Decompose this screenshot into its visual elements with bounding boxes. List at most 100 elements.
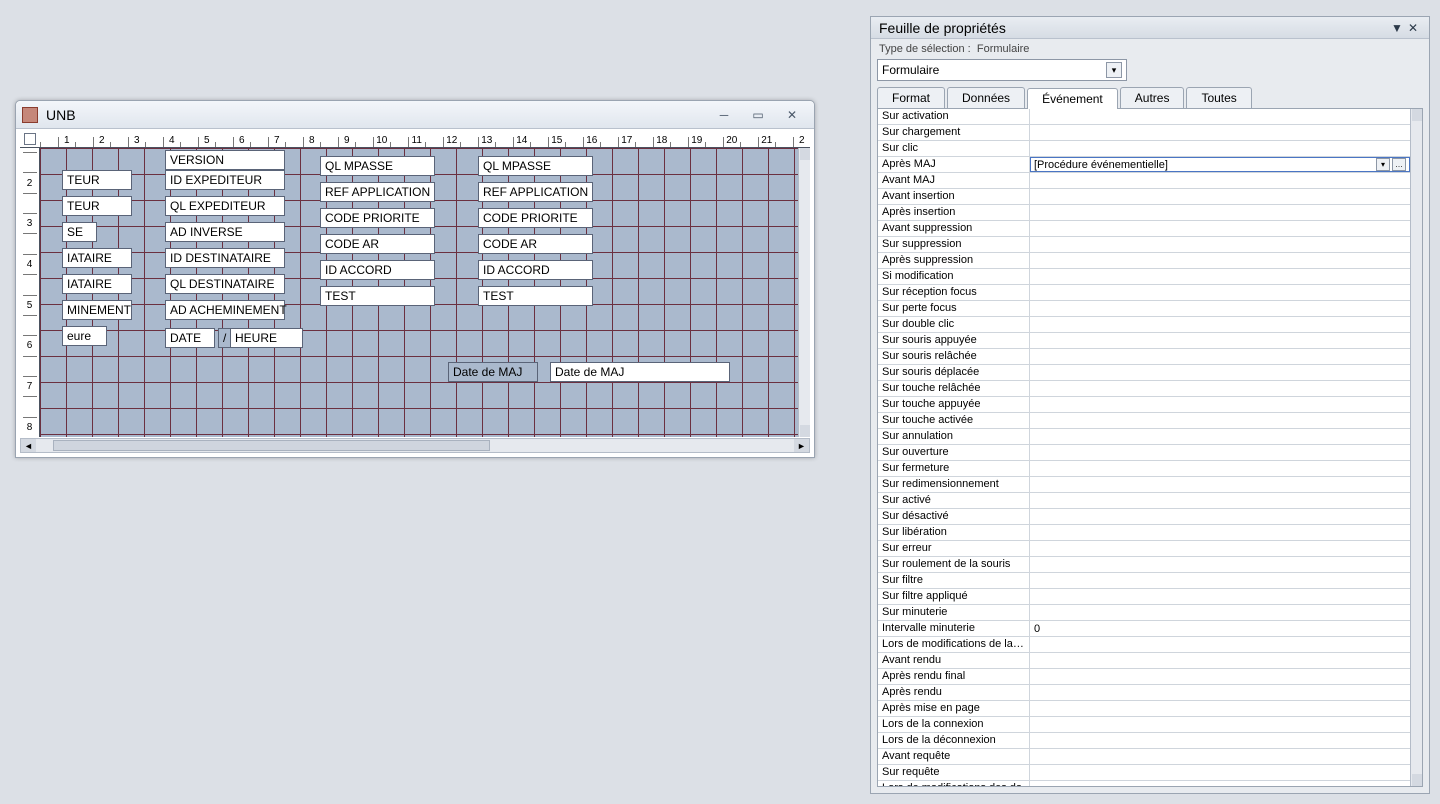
property-row[interactable]: Sur clic: [878, 141, 1410, 157]
form-textbox[interactable]: ID EXPEDITEUR: [165, 170, 285, 190]
property-row[interactable]: Avant requête: [878, 749, 1410, 765]
form-textbox[interactable]: eure: [62, 326, 107, 346]
propsheet-scrollbar[interactable]: [1410, 109, 1422, 786]
builder-icon[interactable]: …: [1392, 158, 1406, 171]
property-row[interactable]: Sur filtre: [878, 573, 1410, 589]
horizontal-ruler[interactable]: 1234567891011121314151617181920212: [20, 131, 810, 148]
property-row[interactable]: Sur souris déplacée: [878, 365, 1410, 381]
vertical-ruler[interactable]: 2345678: [20, 148, 40, 437]
form-textbox[interactable]: ID ACCORD: [478, 260, 593, 280]
form-textbox[interactable]: MINEMENT: [62, 300, 132, 320]
property-row[interactable]: Sur activation: [878, 109, 1410, 125]
form-textbox[interactable]: AD ACHEMINEMENT: [165, 300, 285, 320]
minimize-icon[interactable]: ─: [714, 109, 734, 121]
form-textbox[interactable]: Date de MAJ: [550, 362, 730, 382]
form-textbox[interactable]: DATE: [165, 328, 215, 348]
property-row[interactable]: Avant MAJ: [878, 173, 1410, 189]
scroll-right-icon[interactable]: ►: [794, 439, 809, 452]
form-textbox[interactable]: QL MPASSE: [478, 156, 593, 176]
property-row[interactable]: Lors de modifications des do: [878, 781, 1410, 786]
ruler-origin[interactable]: [24, 133, 36, 145]
property-row[interactable]: Après rendu: [878, 685, 1410, 701]
property-row[interactable]: Après MAJ[Procédure événementielle]▾…: [878, 157, 1410, 173]
form-textbox[interactable]: QL DESTINATAIRE: [165, 274, 285, 294]
form-textbox[interactable]: ID DESTINATAIRE: [165, 248, 285, 268]
scroll-left-icon[interactable]: ◄: [21, 439, 36, 452]
form-textbox[interactable]: CODE AR: [478, 234, 593, 254]
property-row[interactable]: Sur ouverture: [878, 445, 1410, 461]
property-row[interactable]: Lors de la déconnexion: [878, 733, 1410, 749]
property-row[interactable]: Lors de la connexion: [878, 717, 1410, 733]
form-horizontal-scrollbar[interactable]: ◄ ►: [20, 438, 810, 453]
property-row[interactable]: Sur libération: [878, 525, 1410, 541]
form-textbox[interactable]: CODE PRIORITE: [320, 208, 435, 228]
property-row[interactable]: Sur minuterie: [878, 605, 1410, 621]
hscroll-thumb[interactable]: [53, 440, 490, 451]
property-row[interactable]: Sur souris appuyée: [878, 333, 1410, 349]
property-row[interactable]: Sur souris relâchée: [878, 349, 1410, 365]
form-textbox[interactable]: IATAIRE: [62, 248, 132, 268]
form-textbox[interactable]: HEURE: [230, 328, 303, 348]
property-row[interactable]: Sur erreur: [878, 541, 1410, 557]
form-textbox[interactable]: CODE PRIORITE: [478, 208, 593, 228]
property-row[interactable]: Sur perte focus: [878, 301, 1410, 317]
property-row[interactable]: Sur suppression: [878, 237, 1410, 253]
property-row[interactable]: Avant rendu: [878, 653, 1410, 669]
property-row[interactable]: Sur activé: [878, 493, 1410, 509]
tab-événement[interactable]: Événement: [1027, 88, 1118, 109]
property-row[interactable]: Sur filtre appliqué: [878, 589, 1410, 605]
tab-autres[interactable]: Autres: [1120, 87, 1185, 108]
property-row[interactable]: Avant suppression: [878, 221, 1410, 237]
property-row[interactable]: Après insertion: [878, 205, 1410, 221]
close-icon[interactable]: ✕: [782, 109, 802, 121]
form-textbox[interactable]: AD INVERSE: [165, 222, 285, 242]
property-row[interactable]: Après rendu final: [878, 669, 1410, 685]
form-textbox[interactable]: QL MPASSE: [320, 156, 435, 176]
form-textbox[interactable]: TEUR: [62, 196, 132, 216]
form-textbox[interactable]: TEST: [320, 286, 435, 306]
tab-format[interactable]: Format: [877, 87, 945, 108]
property-row[interactable]: Sur touche activée: [878, 413, 1410, 429]
property-row[interactable]: Lors de modifications de la sé: [878, 637, 1410, 653]
property-row[interactable]: Sur chargement: [878, 125, 1410, 141]
form-textbox[interactable]: CODE AR: [320, 234, 435, 254]
property-row[interactable]: Sur roulement de la souris: [878, 557, 1410, 573]
close-icon[interactable]: ✕: [1405, 21, 1421, 35]
collapse-icon[interactable]: ▼: [1389, 21, 1405, 35]
property-row[interactable]: Sur réception focus: [878, 285, 1410, 301]
form-textbox[interactable]: SE: [62, 222, 97, 242]
property-row[interactable]: Sur double clic: [878, 317, 1410, 333]
property-row[interactable]: Sur fermeture: [878, 461, 1410, 477]
form-textbox[interactable]: REF APPLICATION: [478, 182, 593, 202]
property-row[interactable]: Après suppression: [878, 253, 1410, 269]
tab-toutes[interactable]: Toutes: [1186, 87, 1251, 108]
restore-icon[interactable]: ▭: [748, 109, 768, 121]
property-row[interactable]: Sur désactivé: [878, 509, 1410, 525]
form-textbox[interactable]: IATAIRE: [62, 274, 132, 294]
propsheet-titlebar[interactable]: Feuille de propriétés ▼ ✕: [871, 17, 1429, 39]
form-textbox[interactable]: TEST: [478, 286, 593, 306]
property-row[interactable]: Sur annulation: [878, 429, 1410, 445]
property-value[interactable]: [Procédure événementielle]: [1034, 159, 1374, 171]
form-textbox[interactable]: TEUR: [62, 170, 132, 190]
form-textbox[interactable]: QL EXPEDITEUR: [165, 196, 285, 216]
property-row[interactable]: Après mise en page: [878, 701, 1410, 717]
form-label[interactable]: Date de MAJ: [448, 362, 538, 382]
form-titlebar[interactable]: UNB ─ ▭ ✕: [16, 101, 814, 129]
tab-données[interactable]: Données: [947, 87, 1025, 108]
form-textbox[interactable]: REF APPLICATION: [320, 182, 435, 202]
property-row[interactable]: Sur redimensionnement: [878, 477, 1410, 493]
property-value[interactable]: 0: [1034, 623, 1406, 635]
form-textbox[interactable]: ID ACCORD: [320, 260, 435, 280]
property-row[interactable]: Intervalle minuterie0: [878, 621, 1410, 637]
property-row[interactable]: Sur touche relâchée: [878, 381, 1410, 397]
property-row[interactable]: Sur touche appuyée: [878, 397, 1410, 413]
form-textbox[interactable]: VERSION: [165, 150, 285, 170]
property-row[interactable]: Si modification: [878, 269, 1410, 285]
property-row[interactable]: Avant insertion: [878, 189, 1410, 205]
dropdown-icon[interactable]: ▾: [1376, 158, 1390, 171]
design-surface[interactable]: VERSION TEUR TEUR SE IATAIRE IATAIRE MINEMENT e…: [40, 148, 798, 437]
object-selector-combo[interactable]: Formulaire ▾: [877, 59, 1127, 81]
property-row[interactable]: Sur requête: [878, 765, 1410, 781]
chevron-down-icon[interactable]: ▾: [1106, 62, 1122, 78]
